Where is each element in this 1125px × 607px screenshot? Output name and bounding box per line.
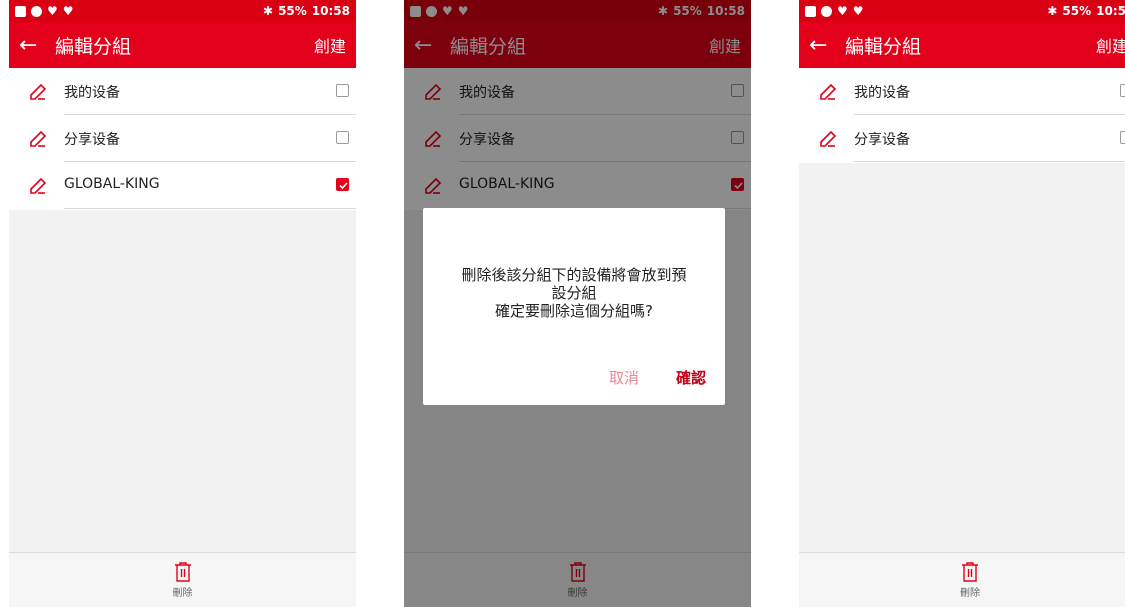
delete-button[interactable]: 刪除 <box>173 561 193 599</box>
edit-icon[interactable] <box>29 130 47 148</box>
create-button[interactable]: 創建 <box>314 33 346 57</box>
screen-edit-groups: ♥ ♥ ✱ 55% 10:58 ← 編輯分組 創建 我的设备 分享设备 GLOB… <box>9 0 356 607</box>
group-row[interactable]: 我的设备 <box>9 68 356 115</box>
heart-icon: ♥ <box>62 3 74 18</box>
bluetooth-icon: ✱ <box>1047 4 1058 18</box>
confirm-button[interactable]: 確認 <box>676 367 706 388</box>
heart-icon: ♥ <box>47 3 58 18</box>
group-checkbox[interactable] <box>1120 131 1125 144</box>
group-name: 我的设备 <box>64 85 120 101</box>
group-checkbox-checked[interactable] <box>336 178 349 191</box>
group-row[interactable]: GLOBAL-KING <box>9 162 356 209</box>
divider <box>64 208 356 209</box>
status-right: ✱ 55% 10:58 <box>263 4 350 18</box>
edit-icon[interactable] <box>819 130 837 148</box>
app-toolbar: ← 編輯分組 創建 <box>799 22 1125 68</box>
status-right: ✱ 55% 10:5 <box>1047 4 1125 18</box>
battery-level: 55% <box>278 4 307 18</box>
message-icon <box>15 5 26 17</box>
status-icons: ♥ ♥ <box>15 3 74 18</box>
delete-button[interactable]: 刪除 <box>960 561 980 599</box>
group-checkbox[interactable] <box>336 131 349 144</box>
heart-icon: ♥ <box>837 3 848 18</box>
edit-icon[interactable] <box>819 83 837 101</box>
page-title: 編輯分組 <box>845 35 922 58</box>
screen-after-delete: ♥ ♥ ✱ 55% 10:5 ← 編輯分組 創建 我的设备 分享设备 刪除 <box>799 0 1125 607</box>
sync-icon <box>821 5 832 17</box>
group-row[interactable]: 我的设备 <box>799 68 1125 115</box>
page-title: 編輯分組 <box>55 35 132 58</box>
delete-confirm-dialog: 刪除後該分組下的設備將會放到預 設分組 確定要刪除這個分組嗎? 取消 確認 <box>423 208 725 405</box>
group-checkbox[interactable] <box>336 84 349 97</box>
group-list: 我的设备 分享设备 <box>799 68 1125 162</box>
bottom-bar: 刪除 <box>799 552 1125 607</box>
cancel-button[interactable]: 取消 <box>609 367 639 388</box>
status-bar: ♥ ♥ ✱ 55% 10:58 <box>9 0 356 22</box>
bottom-bar: 刪除 <box>9 552 356 607</box>
dialog-message: 刪除後該分組下的設備將會放到預 設分組 確定要刪除這個分組嗎? <box>461 266 687 320</box>
group-name: 我的设备 <box>854 85 910 101</box>
group-name: GLOBAL-KING <box>64 176 160 192</box>
group-list: 我的设备 分享设备 GLOBAL-KING <box>9 68 356 209</box>
group-row[interactable]: 分享设备 <box>799 115 1125 162</box>
group-checkbox[interactable] <box>1120 84 1125 97</box>
sync-icon <box>31 5 42 17</box>
edit-icon[interactable] <box>29 83 47 101</box>
message-icon <box>805 5 816 17</box>
back-arrow-icon[interactable]: ← <box>19 33 45 58</box>
list-background <box>9 210 356 552</box>
create-button[interactable]: 創建 <box>1096 33 1125 57</box>
status-bar: ♥ ♥ ✱ 55% 10:5 <box>799 0 1125 22</box>
group-name: 分享设备 <box>854 132 910 148</box>
list-background <box>799 163 1125 552</box>
trash-icon <box>962 562 978 582</box>
delete-label: 刪除 <box>172 588 193 599</box>
clock: 10:58 <box>311 4 350 18</box>
group-name: 分享设备 <box>64 132 120 148</box>
trash-icon <box>174 562 191 582</box>
app-toolbar: ← 編輯分組 創建 <box>9 22 356 68</box>
divider <box>854 161 1125 162</box>
back-arrow-icon[interactable]: ← <box>809 33 835 58</box>
edit-icon[interactable] <box>29 177 47 195</box>
battery-level: 55% <box>1062 4 1092 18</box>
heart-icon: ♥ <box>852 3 864 18</box>
delete-label: 刪除 <box>960 588 980 599</box>
clock: 10:5 <box>1096 4 1125 18</box>
status-icons: ♥ ♥ <box>805 3 864 18</box>
bluetooth-icon: ✱ <box>263 4 274 18</box>
screen-delete-confirm: ♥ ♥ ✱ 55% 10:58 ← 編輯分組 創建 我的设备 分享设备 GLOB… <box>404 0 751 607</box>
group-row[interactable]: 分享设备 <box>9 115 356 162</box>
